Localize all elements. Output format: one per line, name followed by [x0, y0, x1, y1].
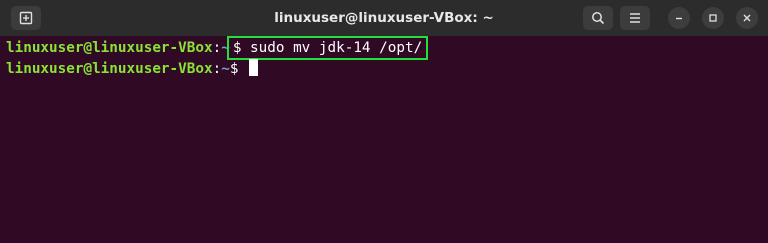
terminal-window: linuxuser@linuxuser-VBox: ~ linuxuser@li…: [0, 0, 768, 243]
close-icon: [742, 13, 752, 23]
prompt-separator: :: [212, 61, 222, 77]
terminal-line: linuxuser@linuxuser-VBox:~ $ sudo mv jdk-…: [6, 36, 768, 60]
minimize-icon: [674, 13, 684, 23]
maximize-button[interactable]: [702, 7, 724, 29]
maximize-icon: [708, 13, 718, 23]
title-bar[interactable]: linuxuser@linuxuser-VBox: ~: [0, 0, 768, 36]
new-tab-icon: [19, 11, 33, 25]
prompt-path: ~: [221, 40, 230, 56]
terminal-output[interactable]: linuxuser@linuxuser-VBox:~ $ sudo mv jdk-…: [0, 36, 768, 243]
new-tab-button[interactable]: [11, 6, 41, 30]
prompt-user-host: linuxuser@linuxuser-VBox: [6, 40, 213, 56]
highlighted-command: $ sudo mv jdk-14 /opt/: [226, 36, 429, 60]
close-button[interactable]: [736, 7, 758, 29]
hamburger-menu-icon: [628, 12, 642, 24]
minimize-button[interactable]: [668, 7, 690, 29]
text-cursor: [249, 59, 259, 76]
menu-button[interactable]: [620, 6, 650, 30]
prompt-separator: :: [212, 40, 222, 56]
search-button[interactable]: [583, 6, 613, 30]
window-title: linuxuser@linuxuser-VBox: ~: [274, 10, 494, 26]
prompt-path: ~: [221, 61, 230, 77]
command-input[interactable]: $: [230, 61, 247, 77]
search-icon: [591, 11, 605, 25]
terminal-line: linuxuser@linuxuser-VBox:~$: [6, 59, 768, 80]
prompt-user-host: linuxuser@linuxuser-VBox: [6, 61, 213, 77]
